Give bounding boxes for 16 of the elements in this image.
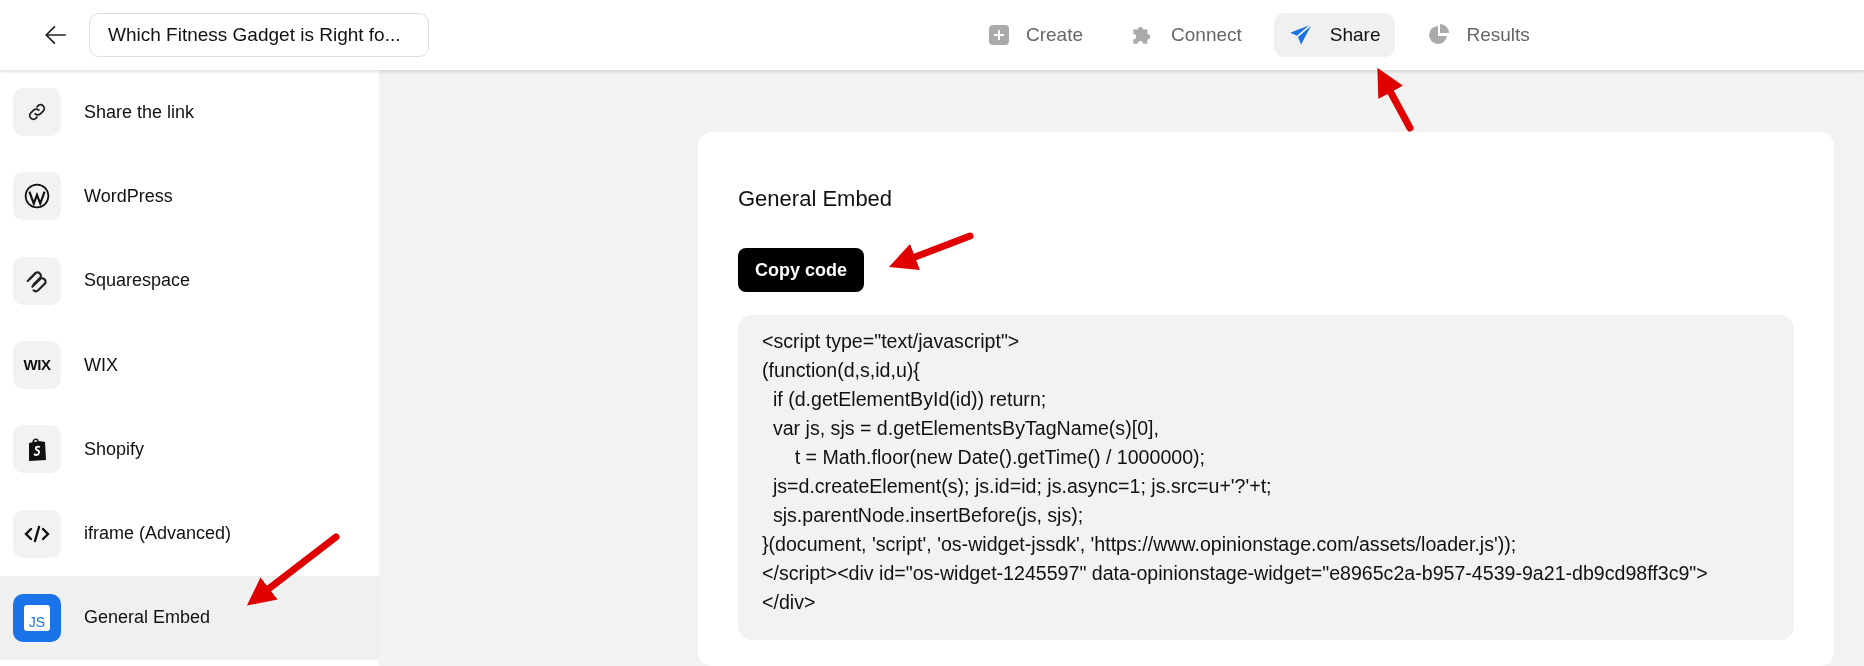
panel-title: General Embed <box>738 185 894 213</box>
code-block: <script type="text/javascript"> (function(d,s,id,u){ if (d.getElementById(id)) return; var js, sjs = d.getElementsByTagName(s)[0], t = Math.floor(new Date().getTime() / 1000000); js=d.createElement(s); js.id=id; js.async=1; js.src=u+'?'+t; sjs.parentNode.insertBefore(js, sjs); }(document, 'script', 'os-widget-jssdk', 'https://www.opinionstage.com/assets/loader.js')); </script><div id="os-widget-1245597" data-opinionstage-widget="e8965c2a-b957-4539-9a21-db9cd98ff3c9"></div> <box>738 315 1794 640</box>
sidebar-item[interactable]: JS General Embed <box>0 575 379 661</box>
copy-code-button[interactable]: Copy code <box>738 248 864 292</box>
wix-logo-icon: WIX <box>23 353 51 377</box>
wordpress-logo-icon <box>24 183 50 210</box>
plus-icon <box>988 24 1010 46</box>
nav-tab[interactable]: Results <box>1412 13 1544 57</box>
js-icon: JS <box>24 604 50 631</box>
annotation-arrow <box>1377 67 1414 132</box>
title-field[interactable]: Which Fitness Gadget is Right fo... <box>89 13 429 57</box>
pie-chart-icon <box>1426 23 1451 47</box>
nav-tab[interactable]: Create <box>974 13 1098 57</box>
code-icon <box>24 523 50 544</box>
nav-tab[interactable]: Share <box>1273 13 1395 57</box>
nav-tab[interactable]: Connect <box>1115 13 1256 57</box>
